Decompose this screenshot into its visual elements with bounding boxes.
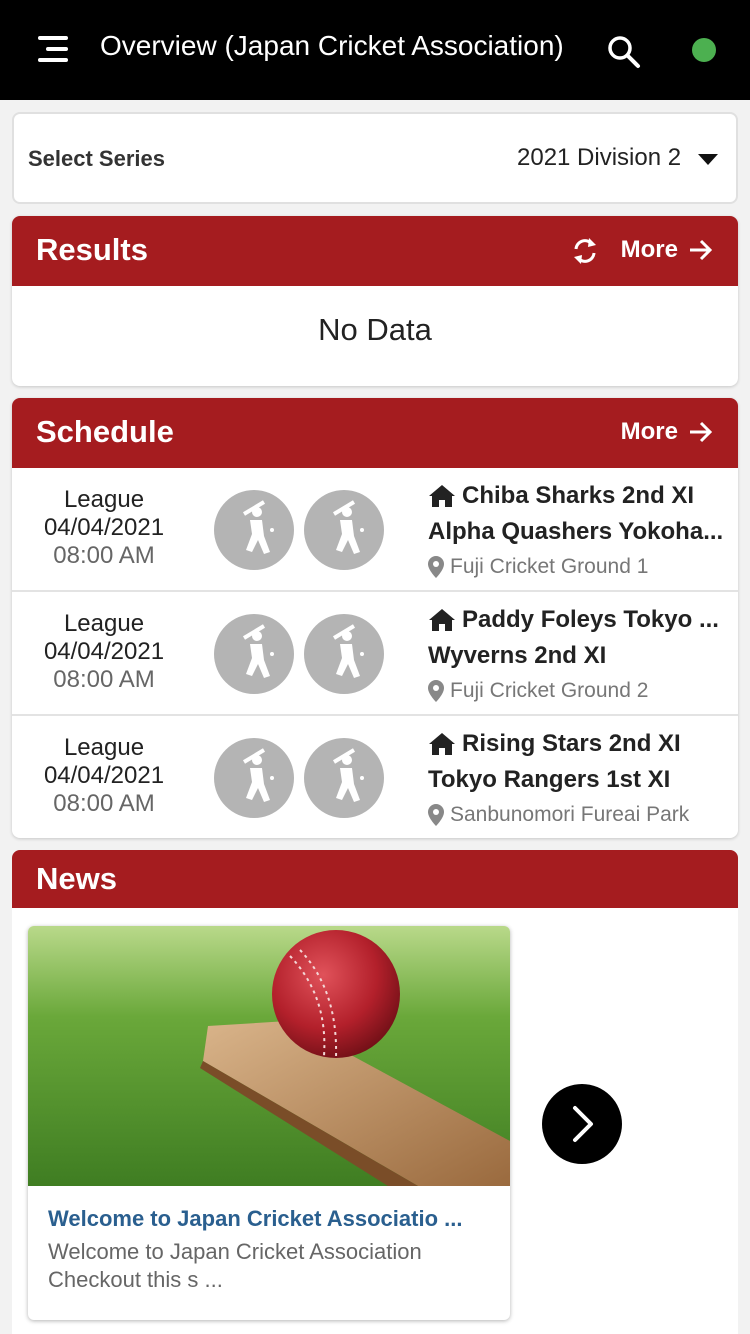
location-pin-icon <box>428 556 444 578</box>
refresh-icon[interactable] <box>570 235 600 267</box>
schedule-card: Schedule More League 04/04/2021 08:00 AM… <box>12 398 738 838</box>
home-team: Chiba Sharks 2nd XI <box>428 478 728 514</box>
team-logo-icon <box>214 738 294 818</box>
schedule-header: Schedule More <box>12 398 738 468</box>
match-date: 04/04/2021 <box>43 638 165 665</box>
match-type: League <box>63 734 145 761</box>
home-icon <box>429 609 455 631</box>
news-header: News <box>12 850 738 908</box>
home-icon <box>429 733 455 755</box>
match-datetime: League 04/04/2021 08:00 AM <box>12 610 196 694</box>
home-team: Paddy Foleys Tokyo ... <box>428 602 728 638</box>
arrow-right-icon <box>690 421 713 443</box>
chevron-right-icon <box>573 1106 593 1142</box>
news-card[interactable]: Welcome to Japan Cricket Associatio ... … <box>28 926 510 1320</box>
match-teams: Paddy Foleys Tokyo ... Wyverns 2nd XI Fu… <box>428 602 728 708</box>
results-card: Results More No Data <box>12 216 738 386</box>
home-team-name: Chiba Sharks 2nd XI <box>462 482 695 509</box>
match-date: 04/04/2021 <box>43 762 165 789</box>
results-header: Results More <box>12 216 738 286</box>
status-dot-icon <box>692 38 716 62</box>
away-team-name: Tokyo Rangers 1st XI <box>428 766 671 793</box>
home-team-name: Paddy Foleys Tokyo ... <box>462 606 719 633</box>
match-row[interactable]: League 04/04/2021 08:00 AM Paddy Foleys … <box>12 592 738 716</box>
results-title: Results <box>36 232 148 267</box>
ground-name: Sanbunomori Fureai Park <box>450 803 690 826</box>
ground: Sanbunomori Fureai Park <box>428 798 728 832</box>
ground-name: Fuji Cricket Ground 2 <box>450 679 649 702</box>
page-title: Overview (Japan Cricket Association) <box>100 30 564 61</box>
carousel-next-button[interactable] <box>542 1084 622 1164</box>
match-type: League <box>63 486 145 513</box>
schedule-more-label: More <box>620 418 678 445</box>
match-datetime: League 04/04/2021 08:00 AM <box>12 734 196 818</box>
location-pin-icon <box>428 804 444 826</box>
arrow-right-icon <box>690 239 713 261</box>
series-selector[interactable]: Select Series 2021 Division 2 <box>12 112 738 204</box>
away-team-name: Alpha Quashers Yokoha... <box>428 518 724 545</box>
home-team: Rising Stars 2nd XI <box>428 726 728 762</box>
series-label: Select Series <box>28 146 165 171</box>
ground: Fuji Cricket Ground 2 <box>428 674 728 708</box>
ground-name: Fuji Cricket Ground 1 <box>450 555 649 578</box>
match-date: 04/04/2021 <box>43 514 165 541</box>
match-type: League <box>63 610 145 637</box>
home-icon <box>429 485 455 507</box>
team-logo-icon <box>304 738 384 818</box>
match-time: 08:00 AM <box>53 542 155 569</box>
menu-icon[interactable] <box>32 34 68 64</box>
empty-state: No Data <box>318 312 432 347</box>
news-image <box>28 926 510 1186</box>
match-datetime: League 04/04/2021 08:00 AM <box>12 486 196 570</box>
search-icon[interactable] <box>606 34 642 70</box>
news-item-desc: Welcome to Japan Cricket Association Che… <box>48 1239 422 1292</box>
match-row[interactable]: League 04/04/2021 08:00 AM Chiba Sharks … <box>12 468 738 592</box>
results-more-label: More <box>620 236 678 263</box>
match-teams: Rising Stars 2nd XI Tokyo Rangers 1st XI… <box>428 726 728 832</box>
news-title: News <box>36 861 117 896</box>
series-value[interactable]: 2021 Division 2 <box>517 144 681 172</box>
news-item-title[interactable]: Welcome to Japan Cricket Associatio ... <box>48 1206 462 1232</box>
app-header: Overview (Japan Cricket Association) <box>0 0 750 100</box>
match-time: 08:00 AM <box>53 790 155 817</box>
ground: Fuji Cricket Ground 1 <box>428 550 728 584</box>
results-more-button[interactable]: More <box>621 236 714 264</box>
team-logo-icon <box>304 614 384 694</box>
match-row[interactable]: League 04/04/2021 08:00 AM Rising Stars … <box>12 716 738 838</box>
chevron-down-icon[interactable] <box>698 154 718 165</box>
match-teams: Chiba Sharks 2nd XI Alpha Quashers Yokoh… <box>428 478 728 584</box>
team-logo-icon <box>214 614 294 694</box>
away-team-name: Wyverns 2nd XI <box>428 642 607 669</box>
location-pin-icon <box>428 680 444 702</box>
home-team-name: Rising Stars 2nd XI <box>462 730 681 757</box>
match-time: 08:00 AM <box>53 666 155 693</box>
team-logo-icon <box>304 490 384 570</box>
schedule-more-button[interactable]: More <box>621 418 714 446</box>
team-logo-icon <box>214 490 294 570</box>
schedule-title: Schedule <box>36 414 174 449</box>
